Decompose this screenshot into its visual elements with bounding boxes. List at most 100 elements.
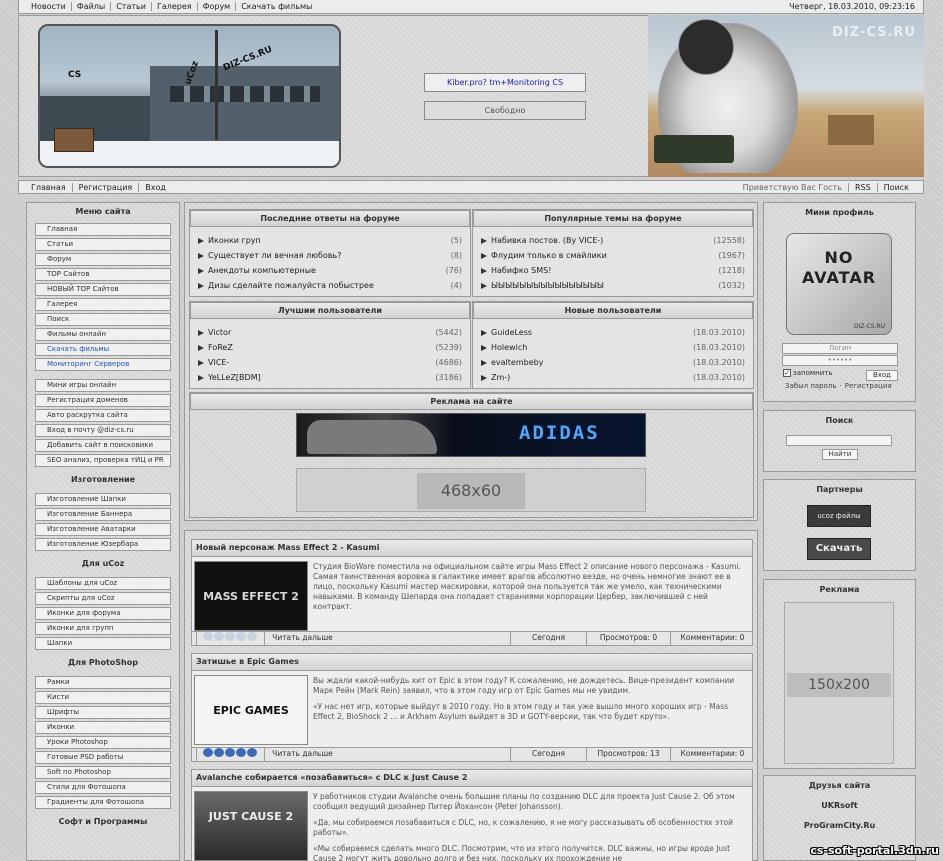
top-nav-news[interactable]: Новости	[25, 2, 71, 11]
star-icon[interactable]	[214, 632, 224, 641]
menu-item-download-movies[interactable]: Скачать фильмы	[35, 343, 171, 356]
user-row[interactable]: YeLLeZ[BDM] (3186)	[198, 373, 462, 387]
menu-item-movies-online[interactable]: Фильмы онлайн	[35, 328, 171, 341]
menu-item-seo[interactable]: SEO анализ, проверка тИЦ и PR	[35, 454, 171, 467]
menu-item-make-userbar[interactable]: Изготовление Юзербара	[35, 538, 171, 551]
menu-item-mail-login[interactable]: Вход в почту @diz-cs.ru	[35, 424, 171, 437]
menu-item-gallery[interactable]: Галерея	[35, 298, 171, 311]
menu-item-mini-games[interactable]: Мини игры онлайн	[35, 379, 171, 392]
news-comments[interactable]: Комментарии: 0	[670, 748, 754, 761]
forum-row[interactable]: Дизы сделайте пожалуйста побыстрее (4)	[198, 281, 462, 295]
user-name[interactable]: VICE-	[208, 358, 229, 367]
star-icon[interactable]	[236, 632, 246, 641]
menu-item-auto-promotion[interactable]: Авто раскрутка сайта	[35, 409, 171, 422]
menu-item-forum[interactable]: Форум	[35, 253, 171, 266]
new-user-row[interactable]: Holewich (18.03.2010)	[481, 343, 745, 357]
popular-row[interactable]: Набифко SMS! (1218)	[481, 266, 745, 280]
top-nav-articles[interactable]: Статьи	[110, 2, 151, 11]
user-row[interactable]: VICE- (4686)	[198, 358, 462, 372]
star-icon[interactable]	[247, 632, 257, 641]
friend-link[interactable]: UKRsoft	[764, 796, 915, 816]
sub-nav-home[interactable]: Главная	[27, 183, 72, 192]
forum-topic[interactable]: Существует ли вечная любовь?	[208, 251, 341, 260]
user-row[interactable]: FoReZ (5239)	[198, 343, 462, 357]
user-name[interactable]: GuideLess	[491, 328, 532, 337]
read-more-link[interactable]: Читать дальше	[264, 748, 340, 761]
menu-item-ps-soft[interactable]: Soft по Photoshop	[35, 766, 171, 779]
top-nav-gallery[interactable]: Галерея	[150, 2, 197, 11]
menu-item-brushes[interactable]: Кисти	[35, 691, 171, 704]
popular-topic[interactable]: Флудим только в смайлики	[491, 251, 607, 260]
popular-row[interactable]: Флудим только в смайлики (1967)	[481, 251, 745, 265]
menu-item-psd[interactable]: Готовые PSD работы	[35, 751, 171, 764]
forum-row[interactable]: Анекдоты компьютерные (76)	[198, 266, 462, 280]
friend-link[interactable]: ProGramCity.Ru	[764, 816, 915, 836]
news-title[interactable]: Новый персонаж Mass Effect 2 - Kasumi	[192, 540, 752, 557]
search-input[interactable]	[786, 435, 892, 446]
menu-item-add-site[interactable]: Добавить сайт в поисковики	[35, 439, 171, 452]
user-name[interactable]: Holewich	[491, 343, 527, 352]
news-image[interactable]: JUST CAUSE 2	[194, 791, 308, 861]
star-icon[interactable]	[225, 748, 235, 757]
new-user-row[interactable]: GuideLess (18.03.2010)	[481, 328, 745, 342]
rating-stars[interactable]	[196, 632, 263, 645]
star-icon[interactable]	[236, 748, 246, 757]
adidas-ad-banner[interactable]: ADIDAS	[296, 413, 646, 457]
rating-stars[interactable]	[196, 748, 263, 761]
menu-item-frames[interactable]: Рамки	[35, 676, 171, 689]
menu-item-make-avatar[interactable]: Изготовление Аватарки	[35, 523, 171, 536]
menu-item-ps-lessons[interactable]: Уроки Photoshop	[35, 736, 171, 749]
menu-item-search[interactable]: Поиск	[35, 313, 171, 326]
menu-item-new-top-sites[interactable]: НОВЫЙ TOP Сайтов	[35, 283, 171, 296]
menu-item-icons[interactable]: Иконки	[35, 721, 171, 734]
news-title[interactable]: Avalanche собирается «позабавиться» с DL…	[192, 770, 752, 787]
login-input[interactable]: Логин	[782, 343, 898, 354]
news-comments[interactable]: Комментарии: 0	[670, 632, 754, 645]
popular-row[interactable]: Набивка постов. (By VICE-) (12558)	[481, 236, 745, 250]
password-input[interactable]: ••••••	[782, 355, 898, 366]
new-user-row[interactable]: Zm-) (18.03.2010)	[481, 373, 745, 387]
forum-row[interactable]: Иконки груп (5)	[198, 236, 462, 250]
ad-slot-150x200[interactable]: 150x200	[784, 602, 894, 764]
menu-item-fonts[interactable]: Шрифты	[35, 706, 171, 719]
search-button[interactable]: Найти	[822, 449, 858, 460]
top-nav-forum[interactable]: Форум	[196, 2, 236, 11]
user-row[interactable]: Victor (5442)	[198, 328, 462, 342]
top-nav-movies[interactable]: Скачать фильмы	[235, 2, 317, 11]
user-name[interactable]: YeLLeZ[BDM]	[208, 373, 261, 382]
login-button[interactable]: Вход	[866, 370, 898, 381]
partner-banner-download[interactable]: Скачать	[807, 538, 871, 560]
new-user-row[interactable]: evaltembeby (18.03.2010)	[481, 358, 745, 372]
user-name[interactable]: Victor	[208, 328, 231, 337]
sub-nav-login[interactable]: Вход	[138, 183, 172, 192]
menu-item-make-header[interactable]: Изготовление Шапки	[35, 493, 171, 506]
menu-item-ucoz-templates[interactable]: Шаблоны для uCoz	[35, 577, 171, 590]
top-nav-files[interactable]: Файлы	[70, 2, 110, 11]
menu-item-ps-styles[interactable]: Стили для Фотошопа	[35, 781, 171, 794]
sub-nav-register[interactable]: Регистрация	[71, 183, 139, 192]
forum-topic[interactable]: Дизы сделайте пожалуйста побыстрее	[208, 281, 374, 290]
user-name[interactable]: Zm-)	[491, 373, 510, 382]
ad-slot-468[interactable]: 468x60	[296, 468, 646, 512]
free-slot-button[interactable]: Свободно	[424, 101, 586, 120]
star-icon[interactable]	[225, 632, 235, 641]
news-title[interactable]: Затишье в Epic Games	[192, 654, 752, 671]
user-name[interactable]: FoReZ	[208, 343, 233, 352]
popular-topic[interactable]: Набивка постов. (By VICE-)	[491, 236, 603, 245]
popular-topic[interactable]: Набифко SMS!	[491, 266, 551, 275]
star-icon[interactable]	[214, 748, 224, 757]
news-image[interactable]: MASS EFFECT 2	[194, 561, 308, 631]
menu-item-group-icons[interactable]: Иконки для групп	[35, 622, 171, 635]
menu-item-headers[interactable]: Шапки	[35, 637, 171, 650]
register-link[interactable]: Регистрация	[845, 382, 892, 390]
menu-item-domain-registration[interactable]: Регистрация доменов	[35, 394, 171, 407]
menu-item-articles[interactable]: Статьи	[35, 238, 171, 251]
rss-link[interactable]: RSS	[847, 183, 877, 192]
monitoring-button[interactable]: Kiber.pro? tm+Monitoring CS	[424, 73, 586, 92]
menu-item-ps-gradients[interactable]: Градиенты для Фотошопа	[35, 796, 171, 809]
user-name[interactable]: evaltembeby	[491, 358, 543, 367]
search-link[interactable]: Поиск	[876, 183, 915, 192]
star-icon[interactable]	[247, 748, 257, 757]
forum-row[interactable]: Существует ли вечная любовь? (8)	[198, 251, 462, 265]
menu-item-home[interactable]: Главная	[35, 223, 171, 236]
